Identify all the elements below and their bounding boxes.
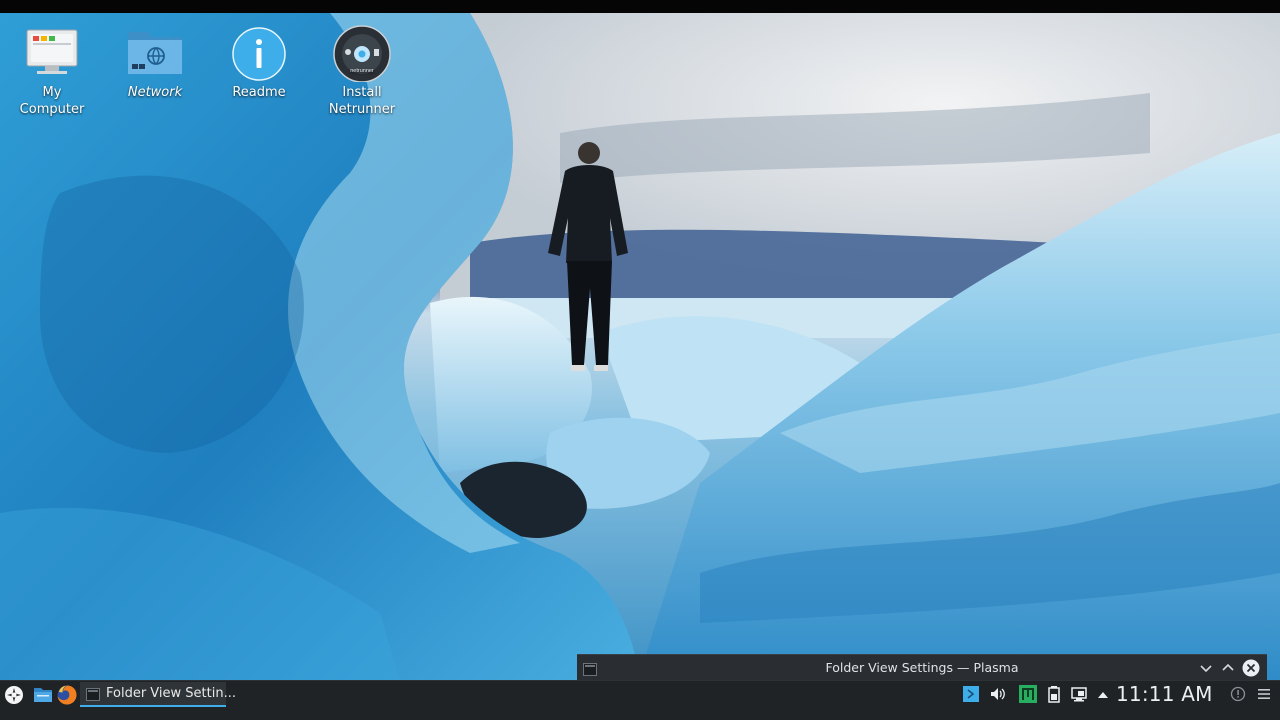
network-label: Network <box>127 85 183 100</box>
window-title: Folder View Settings — Plasma <box>825 660 1019 675</box>
netrunner-launcher-icon <box>5 686 23 704</box>
install-netrunner-icon: netrunner <box>333 22 391 83</box>
task-label: Folder View Settin... <box>106 686 236 701</box>
tray-expand-button[interactable] <box>1096 687 1110 701</box>
hamburger-menu-icon <box>1258 689 1270 699</box>
top-black-strip <box>0 0 1280 13</box>
tray-expand-icon <box>1098 692 1108 698</box>
firefox-icon <box>57 685 77 705</box>
desktop-icon-install-netrunner[interactable]: netrunner Install Netrunner <box>314 22 410 118</box>
network-folder-icon <box>126 22 184 82</box>
task-window-icon <box>86 687 100 701</box>
install-label-line1: Install <box>342 85 382 100</box>
file-manager-icon <box>34 688 52 702</box>
minimize-button[interactable] <box>1197 659 1215 677</box>
tray-blue-app[interactable] <box>962 685 980 703</box>
ice-landscape-image <box>0 13 1280 680</box>
digital-clock[interactable]: 11:11 AM <box>1116 681 1213 707</box>
file-manager-launcher[interactable] <box>33 686 53 704</box>
panel-menu-button[interactable] <box>1256 686 1272 702</box>
info-circle-icon <box>1230 686 1246 702</box>
install-label-line2: Netrunner <box>328 102 396 117</box>
close-button[interactable] <box>1242 659 1260 677</box>
volume-icon <box>991 688 1005 700</box>
clipboard-icon <box>1071 687 1087 702</box>
task-folder-view-settings[interactable]: Folder View Settin... <box>80 682 236 707</box>
taskbar-panel: Folder View Settin... 11:11 AM <box>0 680 1280 720</box>
netrunner-disc-text: netrunner <box>350 68 374 74</box>
tray-battery[interactable] <box>1046 685 1062 703</box>
chevron-up-icon <box>1222 663 1234 671</box>
tray-green-app[interactable] <box>1018 684 1038 704</box>
application-launcher-button[interactable] <box>2 683 26 707</box>
desktop-icon-my-computer[interactable]: My Computer <box>4 22 100 118</box>
computer-icon <box>23 22 81 82</box>
desktop-icon-readme[interactable]: Readme <box>211 22 307 101</box>
folder-view-settings-window[interactable]: Folder View Settings — Plasma <box>577 654 1267 681</box>
desktop-wallpaper <box>0 13 1280 680</box>
panel-info-button[interactable] <box>1230 686 1246 702</box>
readme-label: Readme <box>232 85 286 100</box>
maximize-button[interactable] <box>1219 659 1237 677</box>
info-icon <box>230 22 288 82</box>
firefox-launcher[interactable] <box>56 684 78 706</box>
chevron-down-icon <box>1200 665 1212 673</box>
close-icon <box>1242 659 1260 677</box>
my-computer-label-line2: Computer <box>19 102 85 117</box>
battery-icon <box>1048 686 1060 703</box>
desktop-icon-network[interactable]: Network <box>107 22 203 101</box>
tray-volume[interactable] <box>989 685 1007 703</box>
tray-clipboard[interactable] <box>1070 685 1088 703</box>
blue-app-icon <box>963 686 979 702</box>
my-computer-label-line1: My <box>42 85 62 100</box>
green-app-icon <box>1019 685 1037 703</box>
